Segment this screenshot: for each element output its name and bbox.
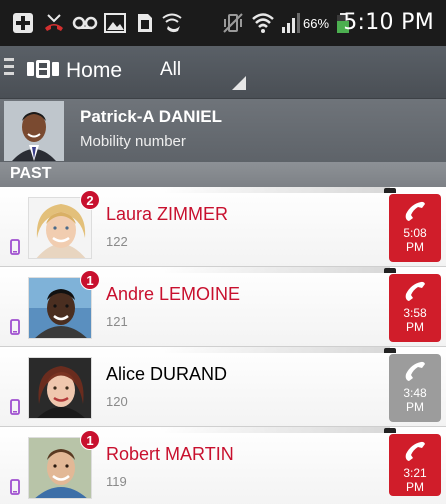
mobile-device-icon [10, 399, 20, 415]
contact-name: Alice DURAND [106, 364, 228, 384]
battery-percent: 66% [303, 16, 330, 31]
call-time-period: PM [406, 480, 424, 494]
app-title[interactable]: Home [66, 59, 122, 83]
call-back-button[interactable]: 3:58 PM [389, 274, 441, 342]
voicemail-icon [72, 16, 98, 30]
mobile-device-icon [10, 479, 20, 495]
clock: 5:10 PM [343, 10, 434, 35]
mobile-device-icon [10, 239, 20, 255]
wifi-icon [252, 13, 274, 33]
signal-icon [282, 13, 300, 33]
contact-number: 119 [106, 474, 127, 489]
call-time: 3:48 [403, 386, 427, 400]
list-item[interactable]: 2 Laura ZIMMER 122 5:08 PM [0, 187, 446, 267]
avatar [4, 101, 64, 161]
contact-number: 121 [106, 314, 128, 329]
phone-icon [405, 201, 425, 221]
list-item[interactable]: 1 Robert MARTIN 119 3:21 PM [0, 427, 446, 504]
filter-dropdown[interactable]: All [160, 59, 181, 81]
app-logo-icon[interactable] [26, 59, 60, 79]
call-back-button[interactable]: 3:21 PM [389, 434, 441, 496]
list-item[interactable]: Alice DURAND 120 3:48 PM [0, 347, 446, 427]
app-bar: Home All [0, 46, 446, 98]
call-back-button[interactable]: 3:48 PM [389, 354, 441, 422]
my-profile-header[interactable]: Patrick-A DANIEL Mobility number [0, 98, 446, 162]
phone-icon [405, 361, 425, 381]
drawer-menu-icon[interactable] [4, 58, 14, 78]
missed-call-icon [45, 14, 63, 31]
profile-subtitle: Mobility number [80, 133, 186, 150]
wifi-calling-icon [162, 13, 182, 33]
contact-name: Robert MARTIN [106, 444, 234, 464]
call-time: 3:21 [403, 466, 427, 480]
add-box-icon [13, 13, 33, 33]
section-header-past: PAST [0, 162, 446, 187]
image-icon [104, 13, 126, 33]
missed-count-badge: 1 [80, 270, 100, 290]
contact-name: Andre LEMOINE [106, 284, 241, 304]
call-time: 3:58 [403, 306, 427, 320]
profile-name: Patrick-A DANIEL [80, 107, 223, 126]
status-bar: 66% 5:10 PM [0, 0, 446, 46]
missed-count-badge: 1 [80, 430, 100, 450]
phone-icon [405, 281, 425, 301]
contact-number: 120 [106, 394, 128, 409]
dropdown-triangle-icon[interactable] [232, 76, 246, 90]
missed-count-badge: 2 [80, 190, 100, 210]
call-time-period: PM [406, 400, 424, 414]
call-time: 5:08 [403, 226, 427, 240]
contact-name: Laura ZIMMER [106, 204, 229, 224]
call-back-button[interactable]: 5:08 PM [389, 194, 441, 262]
list-item[interactable]: 1 Andre LEMOINE 121 3:58 PM [0, 267, 446, 347]
phone-icon [405, 441, 425, 461]
mobile-device-icon [10, 319, 20, 335]
vibrate-icon [223, 13, 243, 33]
avatar [28, 357, 92, 419]
sim-icon [138, 14, 152, 32]
call-time-period: PM [406, 320, 424, 334]
contact-number: 122 [106, 234, 128, 249]
call-time-period: PM [406, 240, 424, 254]
